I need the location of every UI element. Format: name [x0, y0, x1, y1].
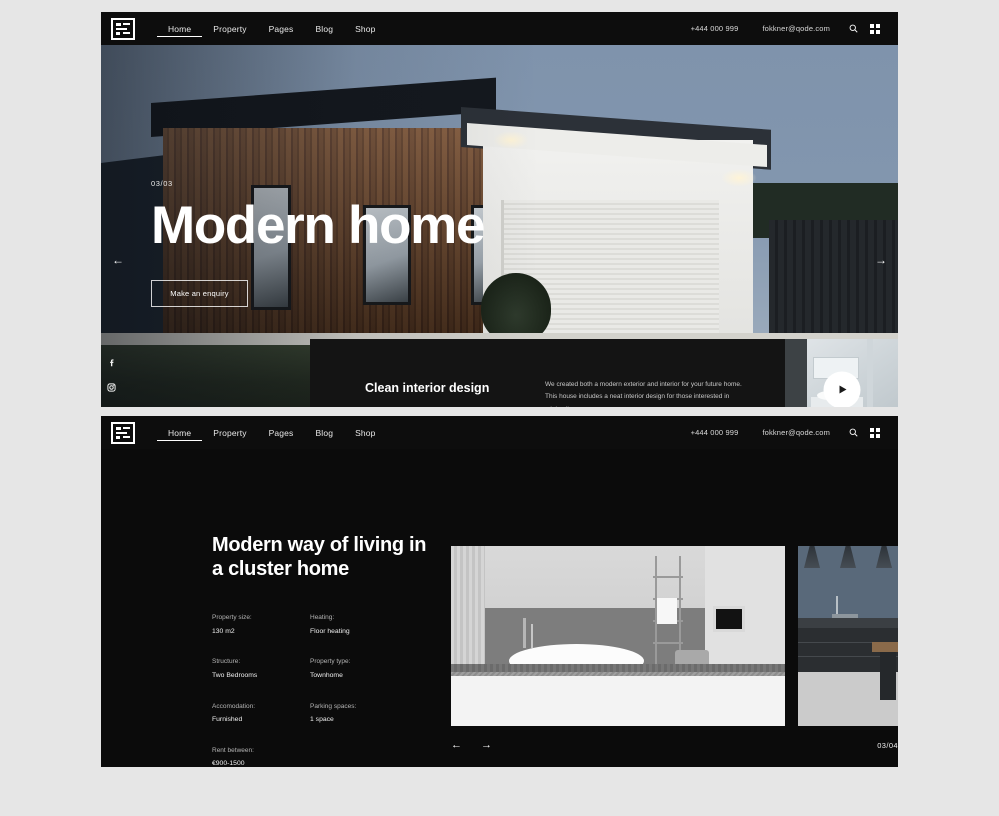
spec-heating: Heating: Floor heating	[310, 613, 408, 637]
info-panel-text: We created both a modern exterior and in…	[545, 381, 742, 407]
nav-item-property[interactable]: Property	[202, 424, 257, 442]
hero-title: Modern home	[151, 196, 485, 255]
spec-accomodation: Accomodation: Furnished	[212, 702, 310, 726]
spec-label: Property size:	[212, 614, 252, 622]
twitter-icon[interactable]	[105, 406, 118, 407]
spec-property-type: Property type: Townhome	[310, 657, 408, 681]
site-header: Home Property Pages Blog Shop +444 000 9…	[101, 12, 898, 45]
spec-value: 1 space	[310, 716, 334, 724]
property-details: Modern way of living in a cluster home P…	[212, 534, 442, 767]
play-button[interactable]	[823, 371, 860, 407]
nav-item-shop[interactable]: Shop	[344, 424, 386, 442]
nav-item-pages[interactable]: Pages	[258, 424, 305, 442]
nav-item-blog[interactable]: Blog	[304, 20, 344, 38]
nav-item-home[interactable]: Home	[157, 424, 203, 441]
spec-rent-between: Rent between: €900-1500	[212, 746, 310, 767]
screenshot-root: Home Property Pages Blog Shop +444 000 9…	[0, 0, 999, 816]
kitchen-chair	[880, 652, 896, 700]
social-rail	[105, 356, 118, 407]
facebook-icon[interactable]	[105, 356, 118, 369]
image-tap	[523, 618, 526, 648]
gallery-section: Modern way of living in a cluster home P…	[101, 449, 898, 767]
spec-value: €900-1500	[212, 760, 245, 767]
header-contact-group-secondary: +444 000 999 fokkner@qode.com	[679, 422, 898, 444]
spec-value: 130 m2	[212, 627, 235, 635]
main-nav-secondary: Home Property Pages Blog Shop	[157, 424, 387, 442]
thumb-door	[867, 339, 873, 407]
hero-prev-arrow[interactable]: ←	[105, 254, 131, 266]
image-tap	[531, 624, 533, 648]
site-header-secondary: Home Property Pages Blog Shop +444 000 9…	[101, 416, 898, 449]
gallery-prev-arrow[interactable]: ←	[451, 740, 481, 751]
kitchen-faucet	[836, 596, 838, 616]
image-fireplace	[713, 606, 745, 632]
spec-label: Property type:	[310, 658, 351, 666]
search-icon[interactable]	[842, 422, 864, 444]
qode-logo[interactable]	[111, 17, 135, 40]
header-email[interactable]: fokkner@qode.com	[750, 428, 842, 437]
site-preview-hero: Home Property Pages Blog Shop +444 000 9…	[101, 12, 898, 407]
spec-label: Parking spaces:	[310, 702, 357, 710]
gallery-next-image[interactable]	[798, 546, 898, 726]
gallery-next-arrow[interactable]: →	[481, 740, 511, 751]
kitchen-table	[872, 642, 898, 652]
spec-value: Floor heating	[310, 627, 350, 635]
image-curtain	[451, 546, 485, 666]
nav-item-blog[interactable]: Blog	[304, 424, 344, 442]
site-preview-gallery: Home Property Pages Blog Shop +444 000 9…	[101, 416, 898, 767]
info-panel-title: Clean interior design	[365, 381, 490, 395]
search-icon[interactable]	[842, 18, 864, 40]
image-bed	[451, 676, 785, 726]
header-phone[interactable]: +444 000 999	[679, 428, 751, 437]
make-enquiry-button[interactable]: Make an enquiry	[151, 279, 248, 307]
qode-logo[interactable]	[111, 421, 135, 444]
kitchen-counter	[798, 618, 898, 628]
gallery-controls: ← → 03/04	[451, 740, 898, 751]
spec-property-size: Property size: 130 m2	[212, 613, 310, 637]
spec-grid: Property size: 130 m2 Heating: Floor hea…	[212, 613, 442, 767]
spec-label: Accomodation:	[212, 702, 255, 710]
nav-item-shop[interactable]: Shop	[344, 20, 386, 38]
spec-value: Two Bedrooms	[212, 671, 258, 679]
spec-label: Structure:	[212, 658, 241, 666]
hero-content: 03/03 Modern home Make an enquiry	[151, 179, 485, 307]
video-thumbnail[interactable]	[785, 339, 898, 407]
image-towel	[657, 598, 677, 624]
spec-value: Townhome	[310, 671, 343, 679]
header-phone[interactable]: +444 000 999	[679, 24, 751, 33]
hero-slide-counter: 03/03	[151, 179, 173, 188]
gallery-main-image[interactable]	[451, 546, 785, 726]
grid-menu-icon[interactable]	[864, 18, 886, 40]
nav-item-pages[interactable]: Pages	[258, 20, 305, 38]
hero-slider: 03/03 Modern home Make an enquiry ← → Cl…	[101, 45, 898, 407]
spec-label: Rent between:	[212, 746, 254, 754]
hero-next-arrow[interactable]: →	[868, 254, 894, 266]
gallery-title: Modern way of living in a cluster home	[212, 534, 427, 580]
header-email[interactable]: fokkner@qode.com	[750, 24, 842, 33]
gallery-slide-counter: 03/04	[877, 741, 898, 750]
play-triangle-icon	[839, 385, 846, 394]
info-panel: Clean interior design We created both a …	[310, 339, 785, 407]
instagram-icon[interactable]	[105, 381, 118, 394]
spec-label: Heating:	[310, 614, 335, 622]
spec-parking-spaces: Parking spaces: 1 space	[310, 702, 408, 726]
nav-item-home[interactable]: Home	[157, 20, 203, 37]
spec-structure: Structure: Two Bedrooms	[212, 657, 310, 681]
thumb-wall	[785, 339, 807, 407]
spec-value: Furnished	[212, 716, 243, 724]
nav-item-property[interactable]: Property	[202, 20, 257, 38]
main-nav: Home Property Pages Blog Shop	[157, 20, 387, 38]
header-contact-group: +444 000 999 fokkner@qode.com	[679, 18, 898, 40]
grid-menu-icon[interactable]	[864, 422, 886, 444]
